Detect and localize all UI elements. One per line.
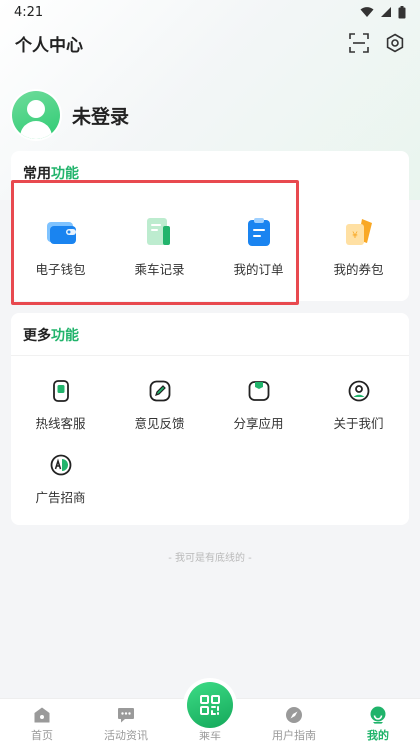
wallet-icon bbox=[46, 222, 76, 244]
tab-home[interactable]: 首页 bbox=[0, 699, 84, 746]
my-orders-button[interactable]: 我的订单 bbox=[209, 215, 308, 278]
hotline-button[interactable]: 热线客服 bbox=[11, 379, 110, 432]
ride-record-button[interactable]: 乘车记录 bbox=[110, 215, 209, 278]
feedback-label: 意见反馈 bbox=[134, 416, 185, 431]
more-functions-title: 更多功能 bbox=[23, 328, 79, 344]
my-orders-label: 我的订单 bbox=[233, 262, 284, 277]
page-header: 个人中心 bbox=[0, 28, 420, 58]
svg-text:¥: ¥ bbox=[352, 231, 358, 241]
tab-mine[interactable]: 我的 bbox=[336, 699, 420, 746]
user-icon bbox=[370, 706, 386, 724]
phone-icon bbox=[52, 380, 69, 402]
about-us-label: 关于我们 bbox=[333, 416, 384, 431]
coupon-icon: ¥ bbox=[345, 219, 372, 245]
page-title: 个人中心 bbox=[15, 35, 83, 56]
login-status[interactable]: 未登录 bbox=[72, 102, 129, 129]
advertising-label: 广告招商 bbox=[35, 490, 86, 505]
wallet-label: 电子钱包 bbox=[35, 262, 86, 277]
message-icon bbox=[118, 708, 134, 723]
common-functions-card: 常用功能 电子钱包 乘车记录 我的订单 ¥ 我的券包 bbox=[11, 151, 409, 301]
tab-guide[interactable]: 用户指南 bbox=[252, 699, 336, 746]
settings-icon bbox=[386, 33, 404, 53]
home-icon bbox=[34, 707, 50, 723]
tab-ride-label: 乘车 bbox=[199, 729, 221, 742]
compass-icon bbox=[286, 707, 302, 723]
ride-qr-button[interactable] bbox=[187, 682, 233, 728]
share-button[interactable]: 分享应用 bbox=[209, 379, 308, 432]
ride-record-icon bbox=[146, 218, 170, 245]
coupon-label: 我的券包 bbox=[333, 262, 384, 277]
tab-home-label: 首页 bbox=[31, 729, 53, 742]
feedback-button[interactable]: 意见反馈 bbox=[110, 379, 209, 432]
about-icon bbox=[348, 380, 369, 402]
share-label: 分享应用 bbox=[233, 416, 284, 431]
qr-code-icon bbox=[200, 695, 220, 715]
ride-record-label: 乘车记录 bbox=[134, 262, 185, 277]
signal-icon bbox=[381, 7, 391, 17]
battery-icon bbox=[398, 5, 406, 18]
advertising-button[interactable]: 广告招商 bbox=[11, 453, 110, 506]
share-icon bbox=[248, 381, 269, 401]
tab-news[interactable]: 活动资讯 bbox=[84, 699, 168, 746]
profile-section[interactable]: 未登录 bbox=[12, 90, 129, 140]
common-functions-title: 常用功能 bbox=[23, 166, 79, 182]
avatar[interactable] bbox=[12, 91, 60, 139]
tab-news-label: 活动资讯 bbox=[104, 729, 148, 742]
hotline-label: 热线客服 bbox=[35, 416, 86, 431]
more-functions-card: 更多功能 热线客服 意见反馈 分享应用 关于我们 广告招商 bbox=[11, 313, 409, 525]
coupon-button[interactable]: ¥ 我的券包 bbox=[309, 215, 408, 278]
card-divider bbox=[11, 355, 409, 356]
status-bar: 4:21 bbox=[0, 0, 420, 24]
scan-icon bbox=[349, 33, 369, 53]
wifi-icon bbox=[360, 7, 374, 17]
wallet-button[interactable]: 电子钱包 bbox=[11, 215, 110, 278]
tab-guide-label: 用户指南 bbox=[272, 729, 316, 742]
end-of-list-note: - 我可是有底线的 - bbox=[168, 553, 252, 564]
tab-mine-label: 我的 bbox=[367, 729, 389, 742]
feedback-icon bbox=[149, 380, 170, 402]
order-icon bbox=[247, 218, 270, 246]
scan-button[interactable] bbox=[348, 32, 370, 54]
ad-icon bbox=[50, 454, 71, 476]
settings-button[interactable] bbox=[384, 32, 406, 54]
about-us-button[interactable]: 关于我们 bbox=[309, 379, 408, 432]
status-time: 4:21 bbox=[14, 4, 44, 20]
